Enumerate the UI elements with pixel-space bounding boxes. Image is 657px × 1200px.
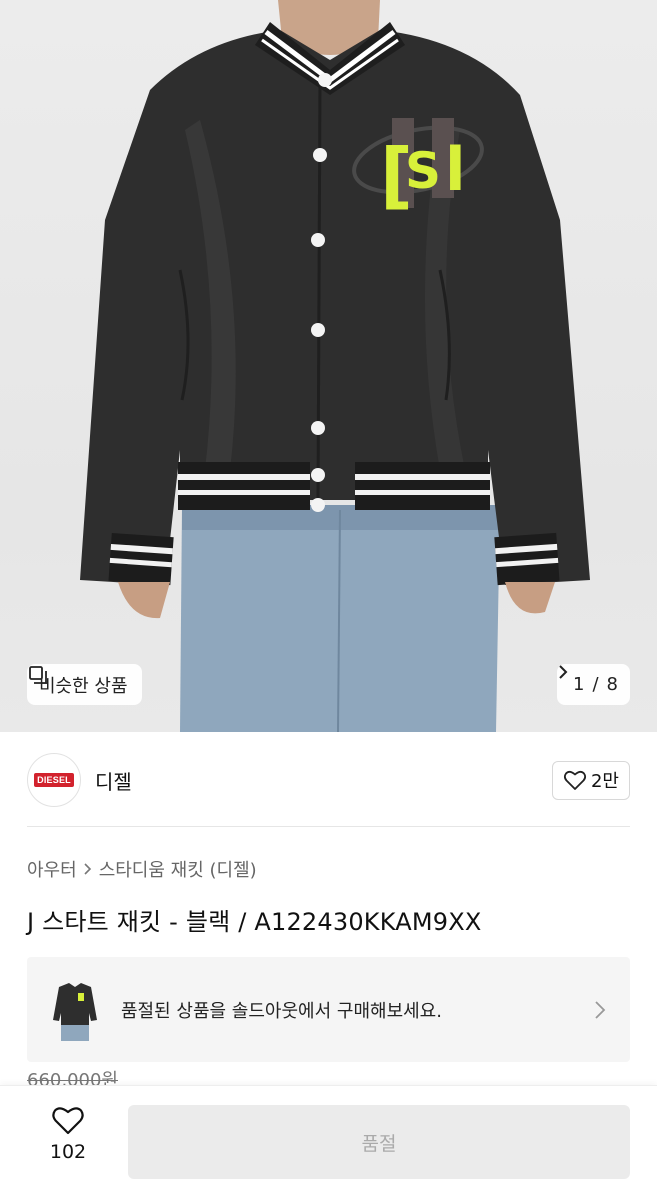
breadcrumb-category[interactable]: 아우터 [27,856,77,882]
divider [27,826,630,827]
chevron-right-icon [559,665,568,679]
brand-logo[interactable]: DIESEL [27,753,81,807]
brand-row: DIESEL 디젤 2만 [27,752,630,808]
breadcrumb-subcategory[interactable]: 스타디움 재킷 (디젤) [99,856,257,882]
image-pager[interactable]: 1 / 8 [557,664,630,705]
wishlist-count: 102 [49,1141,87,1163]
brand-name-link[interactable]: 디젤 [95,766,132,795]
soldout-banner-message: 품절된 상품을 솔드아웃에서 구매해보세요. [121,1000,442,1022]
pager-current: 1 [573,674,585,695]
svg-text:S: S [405,142,441,200]
brand-like-count: 2만 [590,771,619,792]
similar-items-icon [29,666,47,684]
pager-separator: / [592,674,599,695]
product-photo: [ S l [80,0,590,732]
soldout-buy-button[interactable]: 품절 [128,1105,630,1179]
brand-logo-text: DIESEL [34,773,74,787]
breadcrumb: 아우터 스타디움 재킷 (디젤) [27,856,257,882]
chevron-right-icon [595,1000,606,1019]
similar-products-button[interactable]: 비슷한 상품 [27,664,142,705]
similar-products-label: 비슷한 상품 [39,675,128,697]
svg-text:l: l [445,135,466,205]
brand-like-button[interactable]: 2만 [551,760,630,800]
product-title: J 스타트 재킷 - 블랙 / A122430KKAM9XX [27,908,482,936]
wishlist-button[interactable]: 102 [38,1105,98,1163]
product-image-carousel[interactable]: [ S l 비슷한 상품 1 / 8 [0,0,657,732]
heart-icon [52,1107,84,1135]
soldout-banner[interactable]: 품절된 상품을 솔드아웃에서 구매해보세요. [27,957,630,1062]
heart-icon [563,771,587,790]
product-thumbnail [45,974,105,1045]
chevron-right-icon [84,863,91,875]
pager-total: 8 [606,674,618,695]
